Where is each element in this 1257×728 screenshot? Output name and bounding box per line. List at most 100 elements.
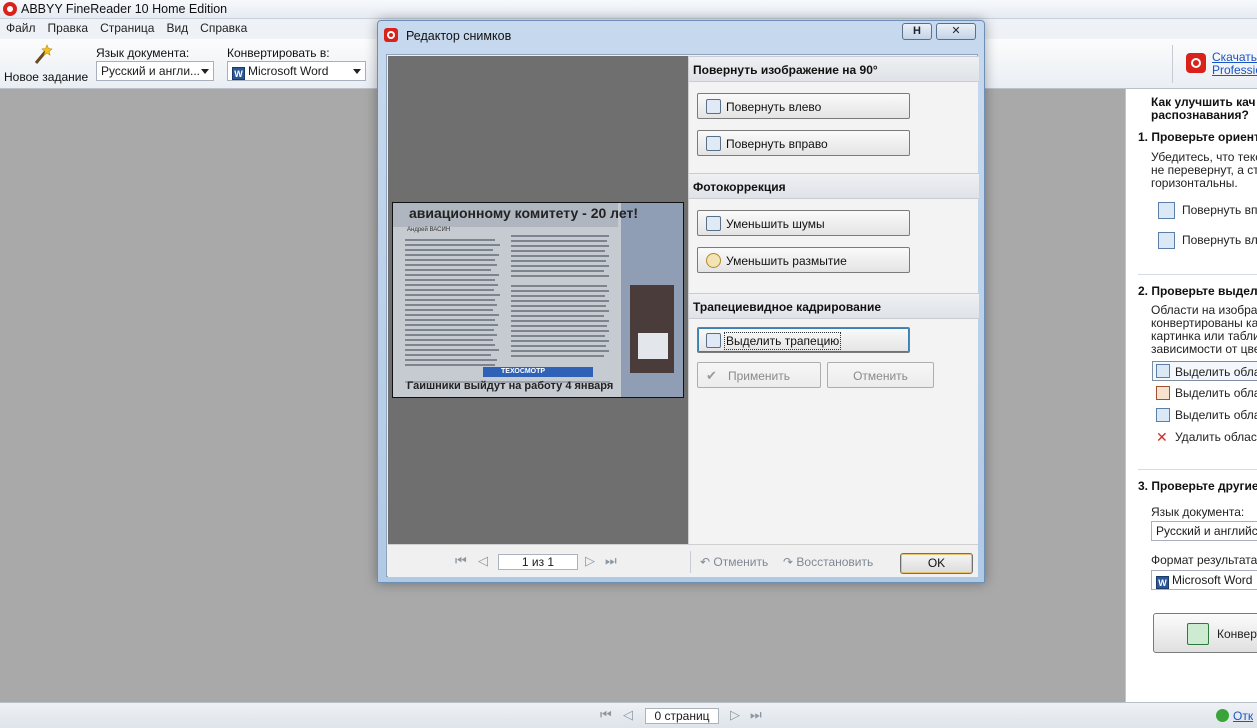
promo-link-line2[interactable]: Professio	[1212, 63, 1257, 77]
toolbar-separator	[1172, 45, 1173, 83]
select-table-area-button[interactable]: Выделить облас	[1152, 406, 1257, 424]
convert-button[interactable]: Конверт	[1153, 613, 1257, 653]
reduce-blur-label: Уменьшить размытие	[726, 254, 847, 268]
step3-header: 3. Проверьте другие	[1138, 479, 1257, 493]
trapeze-section-header: Трапециевидное кадрирование	[689, 293, 979, 319]
redo-label: Восстановить	[796, 555, 874, 569]
step1-text-3: горизонтальны.	[1151, 176, 1238, 190]
step1-text-2: не перевернут, а стр	[1151, 163, 1257, 177]
step3-language-select[interactable]: Русский и английски	[1151, 521, 1257, 541]
cancel-label: Отменить	[853, 369, 908, 383]
convert-icon	[1187, 623, 1209, 645]
redo-button[interactable]: ↷ Восстановить	[783, 555, 873, 569]
task-pane-title-2: распознавания?	[1151, 108, 1249, 122]
dialog-body: авиационному комитету - 20 лет! Андрей В…	[386, 54, 979, 577]
first-page-icon[interactable]: ⏮	[455, 553, 467, 569]
new-task-button[interactable]: Новое задание	[2, 40, 88, 86]
noise-icon	[706, 216, 721, 231]
prev-page-icon[interactable]: ◁	[478, 553, 488, 569]
rotate-right-icon	[1158, 202, 1175, 219]
menu-page[interactable]: Страница	[94, 19, 160, 37]
picture-area-icon	[1156, 386, 1170, 400]
next-page-icon[interactable]: ▷	[730, 707, 740, 723]
menu-view[interactable]: Вид	[160, 19, 194, 37]
task-pane-title-1: Как улучшить кач	[1151, 95, 1256, 109]
convert-to-value: Microsoft Word	[248, 64, 329, 78]
step3-format-select[interactable]: W Microsoft Word	[1151, 570, 1257, 590]
dialog-title: Редактор снимков	[406, 29, 512, 43]
rotate-right-button[interactable]: Повернуть вправо	[697, 130, 910, 156]
reduce-noise-label: Уменьшить шумы	[726, 217, 825, 231]
image-editor-dialog: Редактор снимков H ✕ авиационному комите…	[377, 20, 985, 583]
promo-link-line1[interactable]: Скачать А	[1212, 50, 1257, 64]
select-picture-area-button[interactable]: Выделить облас	[1152, 384, 1257, 402]
doc-language-label: Язык документа:	[96, 46, 190, 60]
image-preview-area[interactable]: авиационному комитету - 20 лет! Андрей В…	[388, 56, 688, 544]
redo-icon: ↷	[783, 555, 794, 569]
step1-text-1: Убедитесь, что текс	[1151, 150, 1257, 164]
step2-text-1: Области на изображ	[1151, 303, 1257, 317]
rotate-right-label: Повернуть вправо	[726, 137, 828, 151]
step3-language-label: Язык документа:	[1151, 505, 1245, 519]
thumb-subhead: Гаишники выйдут на работу 4 января	[407, 380, 614, 392]
table-area-icon	[1156, 408, 1170, 422]
apply-label: Применить	[727, 369, 790, 383]
doc-language-select[interactable]: Русский и англи...	[96, 61, 214, 81]
text-area-icon	[1156, 364, 1170, 378]
abbyy-logo-icon	[384, 28, 398, 42]
last-page-icon[interactable]: ⏭	[605, 553, 617, 569]
prev-page-icon[interactable]: ◁	[623, 707, 633, 723]
reduce-noise-button[interactable]: Уменьшить шумы	[697, 210, 910, 236]
select-trapeze-button[interactable]: Выделить трапецию	[697, 327, 910, 353]
select-text-area-button[interactable]: Выделить облас	[1152, 361, 1257, 381]
reduce-blur-button[interactable]: Уменьшить размытие	[697, 247, 910, 273]
ok-button[interactable]: OK	[900, 553, 973, 574]
apply-button[interactable]: ✔ Применить	[697, 362, 821, 388]
close-button[interactable]: ✕	[936, 23, 976, 40]
convert-to-select[interactable]: W Microsoft Word	[227, 61, 366, 81]
rotate-left-icon	[1158, 232, 1175, 249]
rotate-right-label: Повернуть впр	[1182, 203, 1257, 217]
thumb-tag: ТЕХОСМОТР	[501, 368, 546, 375]
abbyy-logo-icon	[3, 2, 17, 16]
menu-edit[interactable]: Правка	[42, 19, 95, 37]
undo-button[interactable]: ↶ Отменить	[700, 555, 768, 569]
menu-file[interactable]: Файл	[0, 19, 42, 37]
next-page-icon[interactable]: ▷	[585, 553, 595, 569]
abbyy-promo-icon	[1186, 53, 1206, 73]
page-counter: 0 страниц	[645, 708, 719, 724]
step3-format-value: Microsoft Word	[1172, 573, 1253, 587]
task-pane: Как улучшить кач распознавания? 1. Прове…	[1125, 89, 1257, 702]
delete-area-icon: ✕	[1156, 429, 1168, 445]
last-page-icon[interactable]: ⏭	[750, 707, 762, 723]
step2-text-4: зависимости от цвета	[1151, 342, 1257, 356]
convert-label: Конверт	[1217, 627, 1257, 641]
page-thumbnail: авиационному комитету - 20 лет! Андрей В…	[392, 202, 684, 398]
rotate-left-icon	[706, 99, 721, 114]
dialog-page-counter[interactable]: 1 из 1	[498, 554, 578, 570]
rotate-right-icon	[706, 136, 721, 151]
blur-icon	[706, 253, 721, 268]
rotate-left-link[interactable]: Повернуть вле	[1158, 231, 1257, 249]
select-picture-area-label: Выделить облас	[1175, 386, 1257, 400]
rotate-right-link[interactable]: Повернуть впр	[1158, 201, 1257, 219]
photo-section-header: Фотокоррекция	[689, 173, 979, 199]
help-button[interactable]: H	[902, 23, 932, 40]
open-link[interactable]: Отк	[1233, 709, 1253, 723]
thumb-headline: авиационному комитету - 20 лет!	[409, 205, 639, 221]
menu-help[interactable]: Справка	[194, 19, 253, 37]
task-pane-separator	[1138, 274, 1257, 275]
cancel-button[interactable]: Отменить	[827, 362, 934, 388]
step2-text-2: конвертированы как	[1151, 316, 1257, 330]
new-task-label: Новое задание	[4, 70, 89, 84]
undo-label: Отменить	[713, 555, 769, 569]
rotate-left-button[interactable]: Повернуть влево	[697, 93, 910, 119]
app-title: ABBYY FineReader 10 Home Edition	[21, 2, 228, 16]
select-table-area-label: Выделить облас	[1175, 408, 1257, 422]
first-page-icon[interactable]: ⏮	[600, 707, 612, 723]
word-icon: W	[232, 67, 245, 80]
editor-tools-panel: Повернуть изображение на 90° Повернуть в…	[688, 56, 979, 544]
delete-area-button[interactable]: ✕ Удалить област	[1152, 428, 1257, 446]
step1-header: 1. Проверьте ориент	[1138, 130, 1257, 144]
bottom-separator	[690, 551, 691, 573]
